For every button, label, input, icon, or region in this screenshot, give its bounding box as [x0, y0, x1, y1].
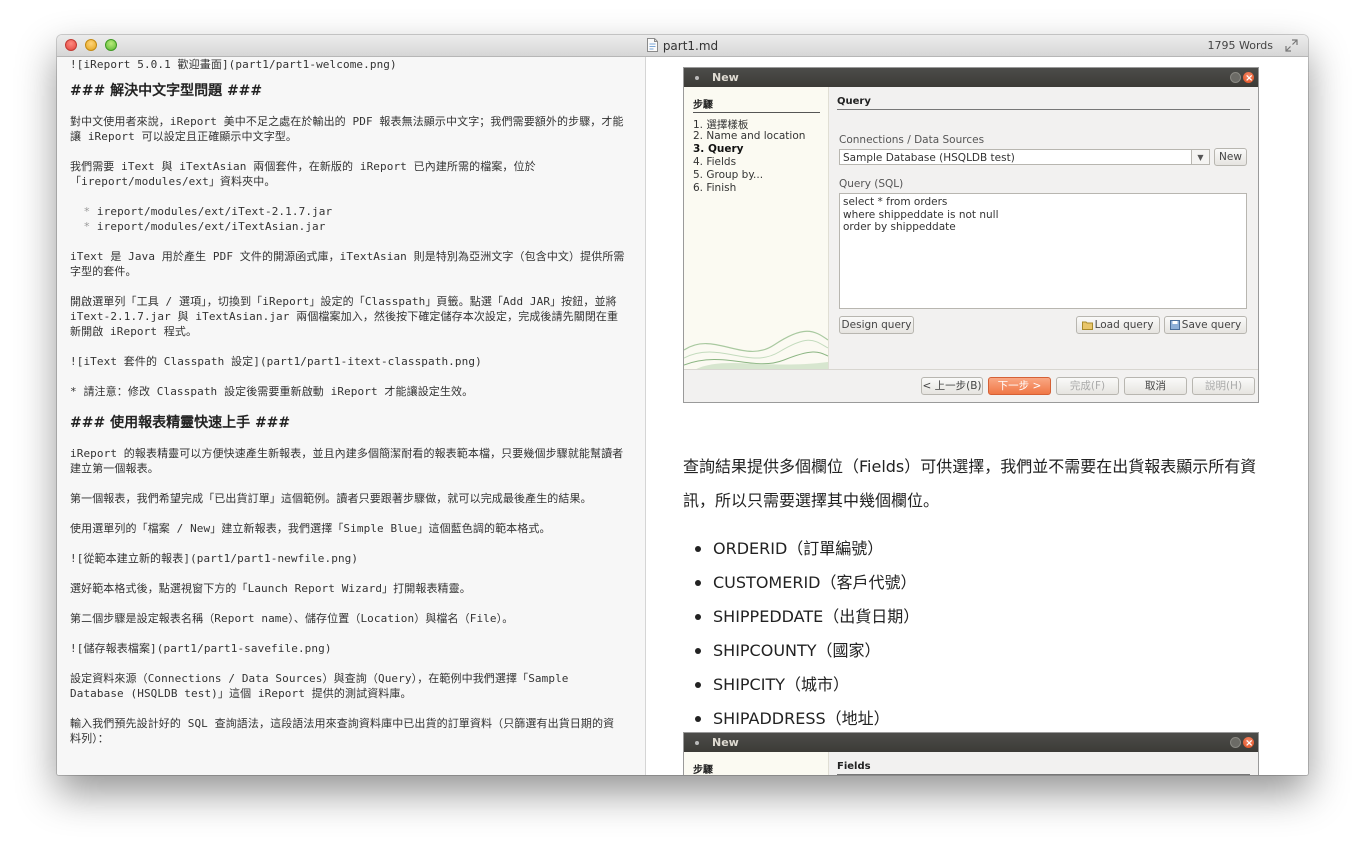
editor-list-item: * ireport/modules/ext/iText-2.1.7.jar	[83, 205, 333, 218]
editor-line: ![從範本建立新的報表](part1/part1-newfile.png)	[70, 552, 359, 565]
query-label: Query (SQL)	[839, 178, 904, 190]
editor-line: 第一個報表，我們希望完成「已出貨訂單」這個範例。讀者只要跟著步驟做，就可以完成最…	[70, 492, 592, 505]
sql-line: select * from orders	[843, 196, 948, 208]
list-item: SHIPCOUNTY（國家）	[683, 634, 919, 668]
datasource-select: Sample Database (HSQLDB test)	[839, 149, 1207, 165]
load-query-label: Load query	[1094, 319, 1154, 331]
wizard-step: 4. Fields	[693, 156, 737, 168]
maximize-icon	[1230, 737, 1241, 748]
help-button: 說明(H)	[1192, 377, 1255, 395]
dialog-menu-dot	[695, 741, 699, 745]
editor-content[interactable]: ![iReport 5.0.1 歡迎畫面](part1/part1-welcom…	[70, 57, 625, 761]
close-icon	[1243, 734, 1254, 753]
preview-paragraph: 查詢結果提供多個欄位（Fields）可供選擇，我們並不需要在出貨報表顯示所有資訊…	[683, 457, 1257, 510]
editor-window: part1.md 1795 Words ![iReport 5.0.1 歡迎畫面…	[57, 35, 1308, 775]
editor-heading: ### 解決中文字型問題 ###	[70, 83, 263, 99]
editor-line: * 請注意：修改 Classpath 設定後需要重新啟動 iReport 才能讓…	[70, 385, 474, 398]
list-item: SHIPADDRESS（地址）	[683, 702, 919, 736]
markdown-editor-pane[interactable]: ![iReport 5.0.1 歡迎畫面](part1/part1-welcom…	[57, 57, 646, 775]
chevron-down-icon: ▼	[1191, 149, 1210, 165]
file-name: part1.md	[662, 39, 719, 53]
list-item: CUSTOMERID（客戶代號）	[683, 566, 919, 600]
wizard-steps-panel: 步驟 1. 選擇樣板 2. Name and location 3. Query…	[684, 87, 829, 370]
steps-heading: 步驟	[693, 96, 820, 113]
decorative-swirl-image	[684, 330, 828, 370]
finish-button: 完成(F)	[1056, 377, 1119, 395]
sql-line: where shippeddate is not null	[843, 208, 999, 221]
editor-line: 我們需要 iText 與 iTextAsian 兩個套件，在新版的 iRepor…	[70, 160, 536, 188]
wizard-screenshot-fields: New 步驟 Fields	[683, 732, 1259, 775]
close-icon	[1243, 69, 1254, 88]
save-icon	[1170, 320, 1180, 330]
wizard-step: 5. Group by...	[693, 169, 764, 181]
next-button: 下一步 >	[988, 377, 1051, 395]
save-query-label: Save query	[1181, 319, 1242, 331]
editor-heading: ### 使用報表精靈快速上手 ###	[70, 415, 291, 431]
editor-list: * ireport/modules/ext/iText-2.1.7.jar * …	[70, 204, 625, 234]
cancel-button: 取消	[1124, 377, 1187, 395]
editor-line: ![iReport 5.0.1 歡迎畫面](part1/part1-welcom…	[70, 58, 397, 71]
editor-line: ![儲存報表檔案](part1/part1-savefile.png)	[70, 642, 332, 655]
save-query-button: Save query	[1164, 316, 1247, 334]
fullscreen-icon[interactable]	[1284, 38, 1299, 53]
dialog-titlebar: New	[684, 733, 1258, 753]
markdown-preview-pane[interactable]: New 步驟 1. 選擇樣板 2. Name and location 3. Q…	[646, 57, 1308, 775]
dialog-title: New	[712, 71, 739, 84]
editor-line: iReport 的報表精靈可以方便快速產生新報表，並且內建多個簡潔耐看的報表範本…	[70, 447, 624, 475]
dialog-title: New	[712, 736, 739, 749]
steps-heading: 步驟	[693, 761, 820, 775]
design-query-button: Design query	[839, 316, 914, 334]
editor-line: 第二個步驟是設定報表名稱（Report name）、儲存位置（Location）…	[70, 612, 514, 625]
wizard-screenshot-query: New 步驟 1. 選擇樣板 2. Name and location 3. Q…	[683, 67, 1259, 403]
folder-icon	[1082, 321, 1093, 330]
editor-line: iText 是 Java 用於產生 PDF 文件的開源函式庫，iTextAsia…	[70, 250, 625, 278]
list-bullet: *	[83, 220, 91, 233]
connections-label: Connections / Data Sources	[839, 134, 985, 146]
editor-line: 開啟選單列「工具 / 選項」，切換到「iReport」設定的「Classpath…	[70, 295, 624, 338]
editor-line: 使用選單列的「檔案 / New」建立新報表，我們選擇「Simple Blue」這…	[70, 522, 551, 535]
sql-query-textarea: select * from orders where shippeddate i…	[839, 193, 1247, 309]
list-item: SHIPCITY（城市）	[683, 668, 919, 702]
editor-line: 設定資料來源（Connections / Data Sources）與查詢（Qu…	[70, 672, 576, 700]
back-button: < 上一步(B)	[921, 377, 983, 395]
fields-list: ORDERID（訂單編號） CUSTOMERID（客戶代號） SHIPPEDDA…	[683, 532, 919, 736]
section-title: Query	[837, 96, 1250, 110]
window-title: part1.md	[57, 38, 1308, 53]
editor-list-item: * ireport/modules/ext/iTextAsian.jar	[83, 220, 326, 233]
list-item: SHIPPEDDATE（出貨日期）	[683, 600, 919, 634]
dialog-titlebar: New	[684, 68, 1258, 88]
editor-line: 輸入我們預先設計好的 SQL 查詢語法，這段語法用來查詢資料庫中已出貨的訂單資料…	[70, 717, 615, 745]
editor-line: 選好範本格式後，點選視窗下方的「Launch Report Wizard」打開報…	[70, 582, 471, 595]
wizard-step-active: 3. Query	[693, 143, 744, 155]
dialog-menu-dot	[695, 76, 699, 80]
new-connection-button: New	[1214, 148, 1247, 166]
maximize-icon	[1230, 72, 1241, 83]
dialog-footer: < 上一步(B) 下一步 > 完成(F) 取消 說明(H)	[684, 369, 1258, 402]
editor-line: ![iText 套件的 Classpath 設定](part1/part1-it…	[70, 355, 482, 368]
editor-line: 對中文使用者來說，iReport 美中不足之處在於輸出的 PDF 報表無法顯示中…	[70, 115, 624, 143]
title-bar: part1.md 1795 Words	[57, 35, 1308, 57]
list-bullet: *	[83, 205, 91, 218]
wizard-step: 6. Finish	[693, 182, 737, 194]
load-query-button: Load query	[1076, 316, 1160, 334]
wizard-step: 2. Name and location	[693, 130, 806, 142]
wizard-steps-panel: 步驟	[684, 752, 829, 775]
sql-line: order by shippeddate	[843, 221, 956, 233]
section-title: Fields	[837, 761, 1250, 775]
word-count[interactable]: 1795 Words	[1208, 39, 1274, 52]
list-item: ORDERID（訂單編號）	[683, 532, 919, 566]
document-icon	[646, 38, 658, 52]
